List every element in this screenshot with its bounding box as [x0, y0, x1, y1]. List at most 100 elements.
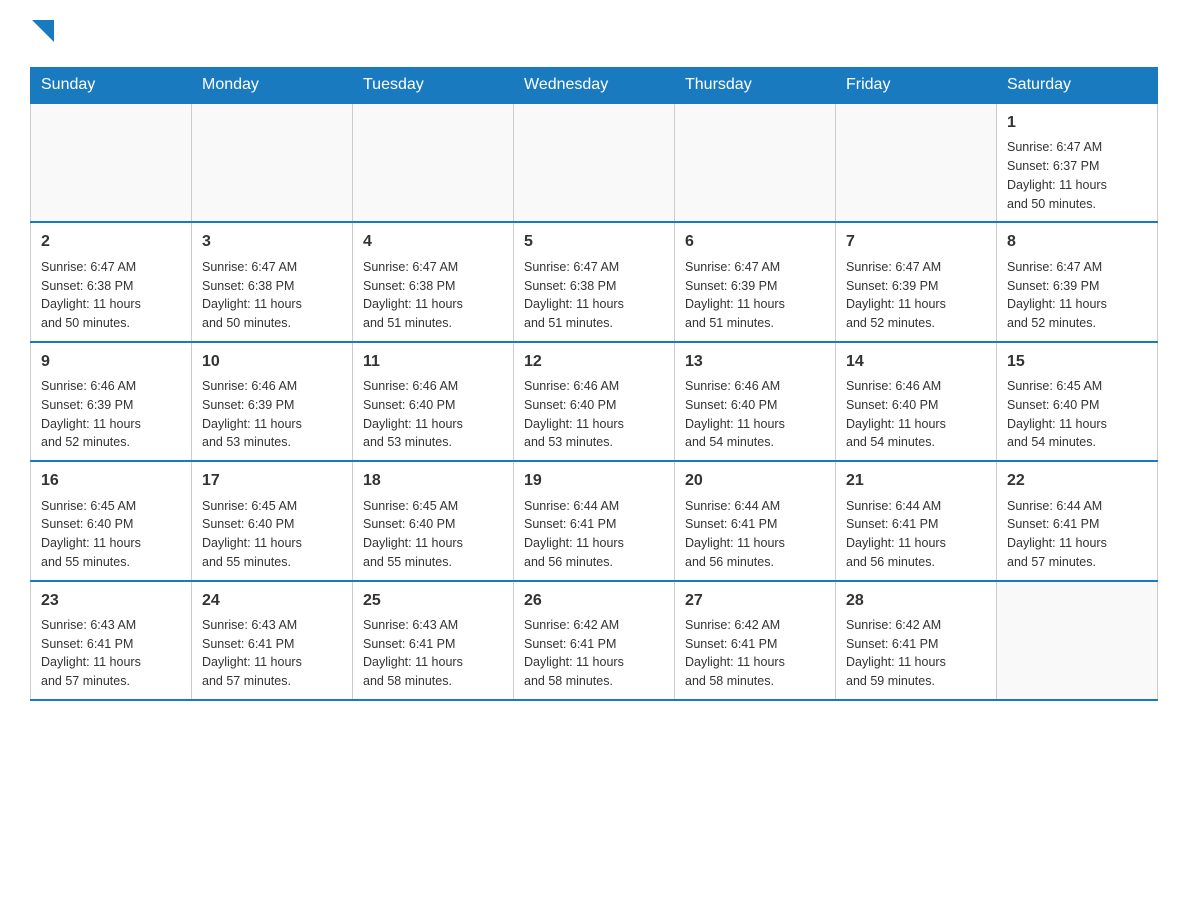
calendar-cell: 6Sunrise: 6:47 AM Sunset: 6:39 PM Daylig…: [675, 222, 836, 341]
day-number: 13: [685, 351, 825, 373]
calendar-cell: 21 Sunrise: 6:44 AM Sunset: 6:41 PM Dayli…: [836, 461, 997, 580]
day-info: Sunrise: 6:44 AM Sunset: 6:41 PM Dayligh…: [524, 497, 664, 572]
calendar-week-5: 23 Sunrise: 6:43 AM Sunset: 6:41 PM Dayli…: [31, 581, 1158, 700]
day-number: 8: [1007, 231, 1147, 253]
day-info: Sunrise: 6:47 AM Sunset: 6:38 PM Dayligh…: [524, 258, 664, 333]
day-info: Sunrise: 6:44 AM Sunset: 6:41 PM Dayligh…: [846, 497, 986, 572]
calendar-cell: 5 Sunrise: 6:47 AM Sunset: 6:38 PM Daylig…: [514, 222, 675, 341]
day-number: 23: [41, 590, 181, 612]
weekday-header-sunday: Sunday: [31, 68, 192, 104]
weekday-header-monday: Monday: [192, 68, 353, 104]
day-number: 7: [846, 231, 986, 253]
calendar-cell: 24 Sunrise: 6:43 AM Sunset: 6:41 PM Dayli…: [192, 581, 353, 700]
day-info: Sunrise: 6:45 AM Sunset: 6:40 PM Dayligh…: [1007, 377, 1147, 452]
calendar-cell: [997, 581, 1158, 700]
day-info: Sunrise: 6:47 AM Sunset: 6:38 PM Dayligh…: [41, 258, 181, 333]
calendar-cell: 15 Sunrise: 6:45 AM Sunset: 6:40 PM Dayli…: [997, 342, 1158, 461]
day-number: 16: [41, 470, 181, 492]
page-header: [30, 20, 1158, 47]
calendar-cell: 9 Sunrise: 6:46 AM Sunset: 6:39 PM Daylig…: [31, 342, 192, 461]
day-info: Sunrise: 6:46 AM Sunset: 6:39 PM Dayligh…: [41, 377, 181, 452]
day-number: 11: [363, 351, 503, 373]
calendar-cell: 22 Sunrise: 6:44 AM Sunset: 6:41 PM Dayli…: [997, 461, 1158, 580]
day-number: 1: [1007, 112, 1147, 134]
logo-triangle-icon: [32, 20, 54, 42]
day-info: Sunrise: 6:44 AM Sunset: 6:41 PM Dayligh…: [1007, 497, 1147, 572]
day-info: Sunrise: 6:47 AM Sunset: 6:37 PM Dayligh…: [1007, 138, 1147, 213]
day-number: 6: [685, 231, 825, 253]
day-number: 28: [846, 590, 986, 612]
day-info: Sunrise: 6:45 AM Sunset: 6:40 PM Dayligh…: [41, 497, 181, 572]
day-info: Sunrise: 6:43 AM Sunset: 6:41 PM Dayligh…: [363, 616, 503, 691]
calendar-cell: 7 Sunrise: 6:47 AM Sunset: 6:39 PM Daylig…: [836, 222, 997, 341]
day-info: Sunrise: 6:46 AM Sunset: 6:40 PM Dayligh…: [846, 377, 986, 452]
calendar-cell: [353, 103, 514, 222]
day-number: 19: [524, 470, 664, 492]
calendar-cell: 19 Sunrise: 6:44 AM Sunset: 6:41 PM Dayli…: [514, 461, 675, 580]
day-number: 5: [524, 231, 664, 253]
calendar-cell: [836, 103, 997, 222]
calendar-cell: 11Sunrise: 6:46 AM Sunset: 6:40 PM Dayli…: [353, 342, 514, 461]
calendar-cell: 17Sunrise: 6:45 AM Sunset: 6:40 PM Dayli…: [192, 461, 353, 580]
day-number: 3: [202, 231, 342, 253]
day-info: Sunrise: 6:43 AM Sunset: 6:41 PM Dayligh…: [202, 616, 342, 691]
day-number: 18: [363, 470, 503, 492]
calendar-week-1: 1 Sunrise: 6:47 AM Sunset: 6:37 PM Daylig…: [31, 103, 1158, 222]
weekday-header-thursday: Thursday: [675, 68, 836, 104]
day-number: 2: [41, 231, 181, 253]
calendar-cell: 16 Sunrise: 6:45 AM Sunset: 6:40 PM Dayli…: [31, 461, 192, 580]
calendar-cell: 14 Sunrise: 6:46 AM Sunset: 6:40 PM Dayli…: [836, 342, 997, 461]
day-number: 10: [202, 351, 342, 373]
calendar-cell: 13 Sunrise: 6:46 AM Sunset: 6:40 PM Dayli…: [675, 342, 836, 461]
day-info: Sunrise: 6:44 AM Sunset: 6:41 PM Dayligh…: [685, 497, 825, 572]
day-number: 12: [524, 351, 664, 373]
calendar-cell: 27 Sunrise: 6:42 AM Sunset: 6:41 PM Dayli…: [675, 581, 836, 700]
calendar-cell: 25 Sunrise: 6:43 AM Sunset: 6:41 PM Dayli…: [353, 581, 514, 700]
day-number: 21: [846, 470, 986, 492]
day-number: 22: [1007, 470, 1147, 492]
logo: [30, 20, 54, 47]
day-number: 4: [363, 231, 503, 253]
day-info: Sunrise: 6:43 AM Sunset: 6:41 PM Dayligh…: [41, 616, 181, 691]
day-number: 15: [1007, 351, 1147, 373]
day-info: Sunrise: 6:45 AM Sunset: 6:40 PM Dayligh…: [363, 497, 503, 572]
day-number: 9: [41, 351, 181, 373]
day-number: 20: [685, 470, 825, 492]
day-number: 24: [202, 590, 342, 612]
calendar-week-2: 2 Sunrise: 6:47 AM Sunset: 6:38 PM Daylig…: [31, 222, 1158, 341]
calendar-cell: 12 Sunrise: 6:46 AM Sunset: 6:40 PM Dayli…: [514, 342, 675, 461]
day-number: 17: [202, 470, 342, 492]
calendar-cell: [514, 103, 675, 222]
calendar-cell: 26 Sunrise: 6:42 AM Sunset: 6:41 PM Dayli…: [514, 581, 675, 700]
day-number: 25: [363, 590, 503, 612]
calendar-cell: [192, 103, 353, 222]
day-info: Sunrise: 6:42 AM Sunset: 6:41 PM Dayligh…: [685, 616, 825, 691]
calendar-cell: 28 Sunrise: 6:42 AM Sunset: 6:41 PM Dayli…: [836, 581, 997, 700]
day-info: Sunrise: 6:46 AM Sunset: 6:39 PM Dayligh…: [202, 377, 342, 452]
day-info: Sunrise: 6:46 AM Sunset: 6:40 PM Dayligh…: [524, 377, 664, 452]
day-info: Sunrise: 6:47 AM Sunset: 6:39 PM Dayligh…: [846, 258, 986, 333]
day-info: Sunrise: 6:42 AM Sunset: 6:41 PM Dayligh…: [846, 616, 986, 691]
calendar-week-4: 16 Sunrise: 6:45 AM Sunset: 6:40 PM Dayli…: [31, 461, 1158, 580]
day-number: 27: [685, 590, 825, 612]
calendar-cell: 18 Sunrise: 6:45 AM Sunset: 6:40 PM Dayli…: [353, 461, 514, 580]
calendar-cell: [31, 103, 192, 222]
calendar-week-3: 9 Sunrise: 6:46 AM Sunset: 6:39 PM Daylig…: [31, 342, 1158, 461]
calendar-cell: 23 Sunrise: 6:43 AM Sunset: 6:41 PM Dayli…: [31, 581, 192, 700]
calendar-cell: 8 Sunrise: 6:47 AM Sunset: 6:39 PM Daylig…: [997, 222, 1158, 341]
calendar-cell: 4Sunrise: 6:47 AM Sunset: 6:38 PM Daylig…: [353, 222, 514, 341]
calendar-header-row: SundayMondayTuesdayWednesdayThursdayFrid…: [31, 68, 1158, 104]
day-info: Sunrise: 6:42 AM Sunset: 6:41 PM Dayligh…: [524, 616, 664, 691]
day-number: 14: [846, 351, 986, 373]
calendar-cell: 20 Sunrise: 6:44 AM Sunset: 6:41 PM Dayli…: [675, 461, 836, 580]
day-info: Sunrise: 6:46 AM Sunset: 6:40 PM Dayligh…: [685, 377, 825, 452]
calendar-table: SundayMondayTuesdayWednesdayThursdayFrid…: [30, 67, 1158, 701]
day-info: Sunrise: 6:47 AM Sunset: 6:39 PM Dayligh…: [1007, 258, 1147, 333]
weekday-header-saturday: Saturday: [997, 68, 1158, 104]
calendar-cell: [675, 103, 836, 222]
day-number: 26: [524, 590, 664, 612]
weekday-header-wednesday: Wednesday: [514, 68, 675, 104]
calendar-cell: 1 Sunrise: 6:47 AM Sunset: 6:37 PM Daylig…: [997, 103, 1158, 222]
calendar-cell: 2 Sunrise: 6:47 AM Sunset: 6:38 PM Daylig…: [31, 222, 192, 341]
calendar-cell: 3Sunrise: 6:47 AM Sunset: 6:38 PM Daylig…: [192, 222, 353, 341]
